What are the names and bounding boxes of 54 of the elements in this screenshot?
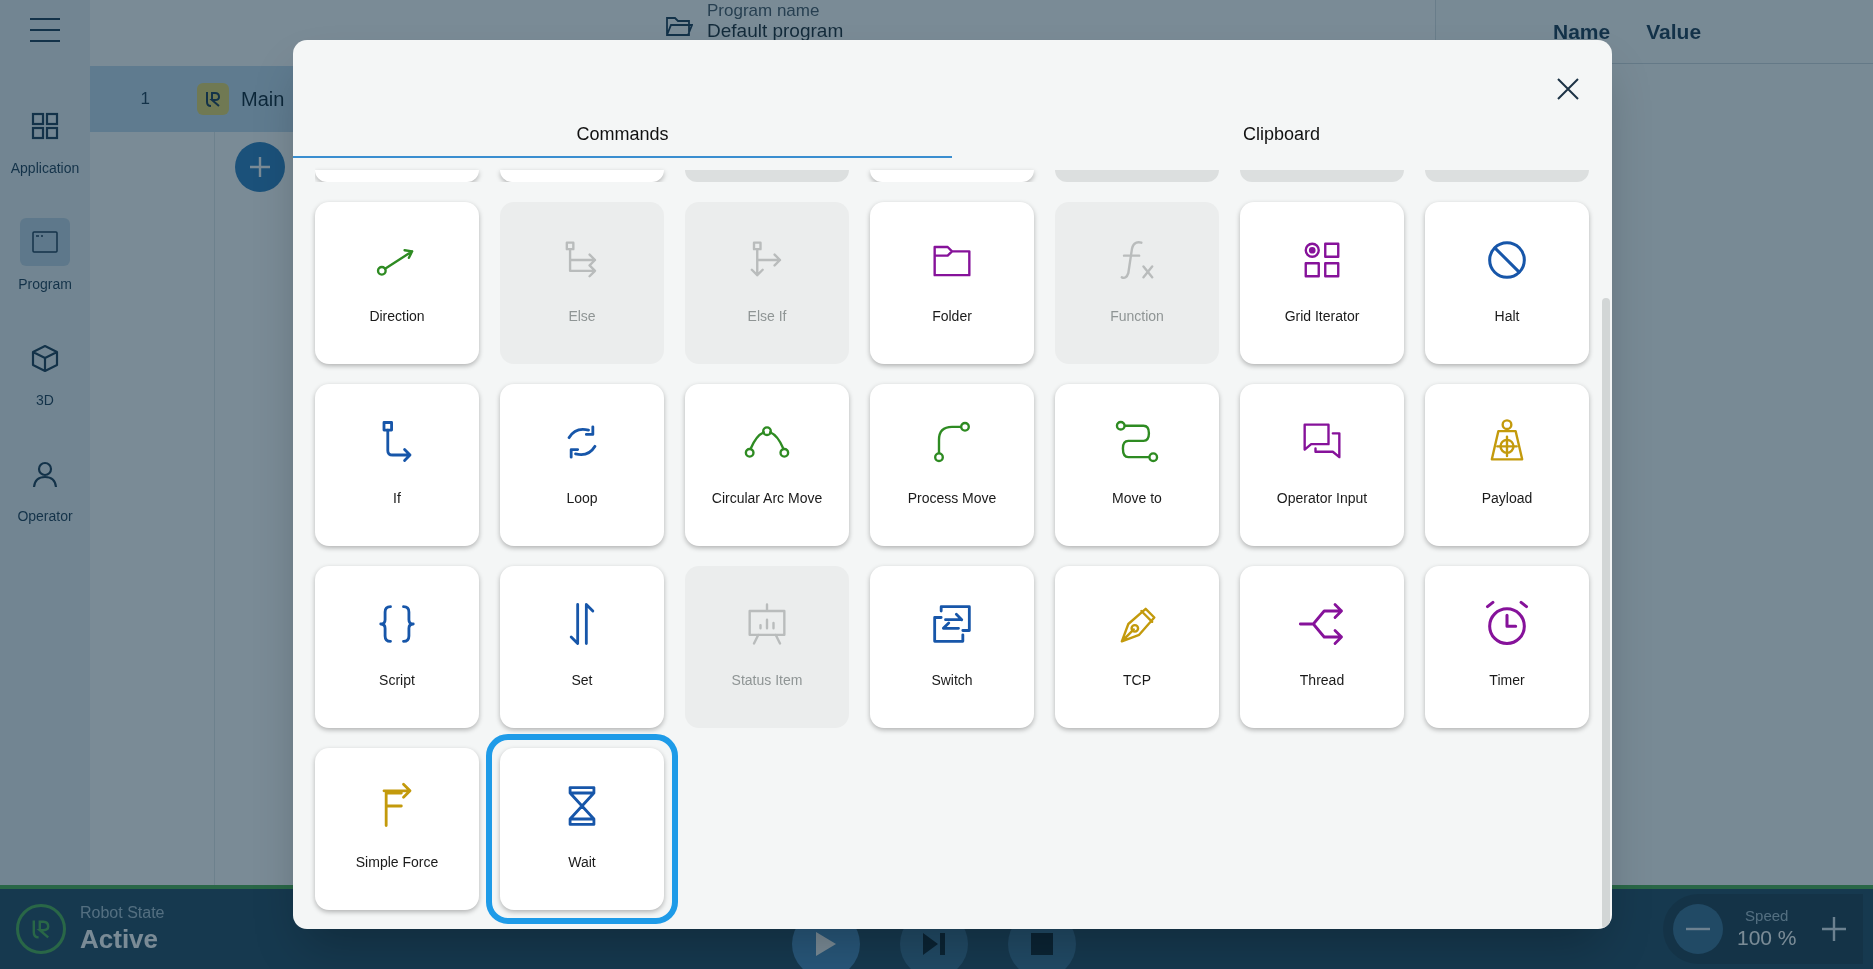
command-tile[interactable]: Halt — [1425, 202, 1589, 364]
command-tile[interactable] — [315, 170, 479, 182]
sidebar-label: 3D — [36, 390, 54, 410]
program-name-label: Program name — [707, 2, 821, 19]
minus-button[interactable] — [1673, 904, 1723, 954]
plus-icon — [1821, 917, 1846, 941]
command-tile[interactable]: Payload — [1425, 384, 1589, 546]
column-header: Value — [1646, 18, 1702, 45]
scrollbar-thumb[interactable] — [1602, 298, 1610, 929]
robot-state-label: Robot State — [80, 902, 165, 923]
command-tile[interactable]: Circular Arc Move — [685, 384, 849, 546]
row-number: 1 — [139, 88, 150, 111]
command-tile[interactable]: Timer — [1425, 566, 1589, 728]
command-tile[interactable]: Wait — [500, 748, 664, 910]
command-tile[interactable]: Simple Force — [315, 748, 479, 910]
close-icon — [1556, 77, 1580, 101]
command-tile[interactable]: Process Move — [870, 384, 1034, 546]
play-icon — [815, 932, 836, 956]
grid-icon — [30, 110, 60, 141]
command-tile[interactable]: Script — [315, 566, 479, 728]
speed-label: Speed — [1745, 906, 1789, 926]
stop-icon — [1030, 933, 1053, 955]
step-icon — [922, 933, 945, 955]
command-tile[interactable] — [870, 170, 1034, 182]
command-tile[interactable] — [500, 170, 664, 182]
command-tile[interactable]: TCP — [1055, 566, 1219, 728]
minus-icon — [1686, 927, 1710, 931]
program-name: Default program — [707, 21, 844, 40]
speed-value: 100 % — [1737, 925, 1797, 952]
folder-icon — [665, 14, 693, 38]
command-tile[interactable]: Thread — [1240, 566, 1404, 728]
column-header: Name — [1553, 18, 1611, 45]
command-tile[interactable]: Move to — [1055, 384, 1219, 546]
command-tile[interactable]: If — [315, 384, 479, 546]
robot-state-value: Active — [80, 922, 160, 956]
command-tile[interactable]: Folder — [870, 202, 1034, 364]
row-label: Main — [241, 87, 285, 112]
ur-logo-icon — [16, 904, 66, 954]
dialog-tab[interactable]: Commands — [293, 120, 952, 158]
cube-icon — [30, 342, 60, 373]
command-tile[interactable]: Grid Iterator — [1240, 202, 1404, 364]
sidebar-label: Operator — [17, 506, 73, 526]
command-tile[interactable]: Set — [500, 566, 664, 728]
sidebar-label: Application — [10, 158, 80, 178]
command-tile[interactable]: Direction — [315, 202, 479, 364]
menu-icon[interactable] — [30, 18, 60, 42]
command-tile[interactable]: Loop — [500, 384, 664, 546]
ur-logo-icon — [197, 83, 229, 115]
plus-icon — [248, 155, 272, 179]
dialog-tab[interactable]: Clipboard — [952, 120, 1611, 158]
sidebar-label: Program — [18, 274, 72, 294]
add-button[interactable] — [235, 142, 285, 192]
command-tile[interactable]: Switch — [870, 566, 1034, 728]
command-tile[interactable]: Operator Input — [1240, 384, 1404, 546]
